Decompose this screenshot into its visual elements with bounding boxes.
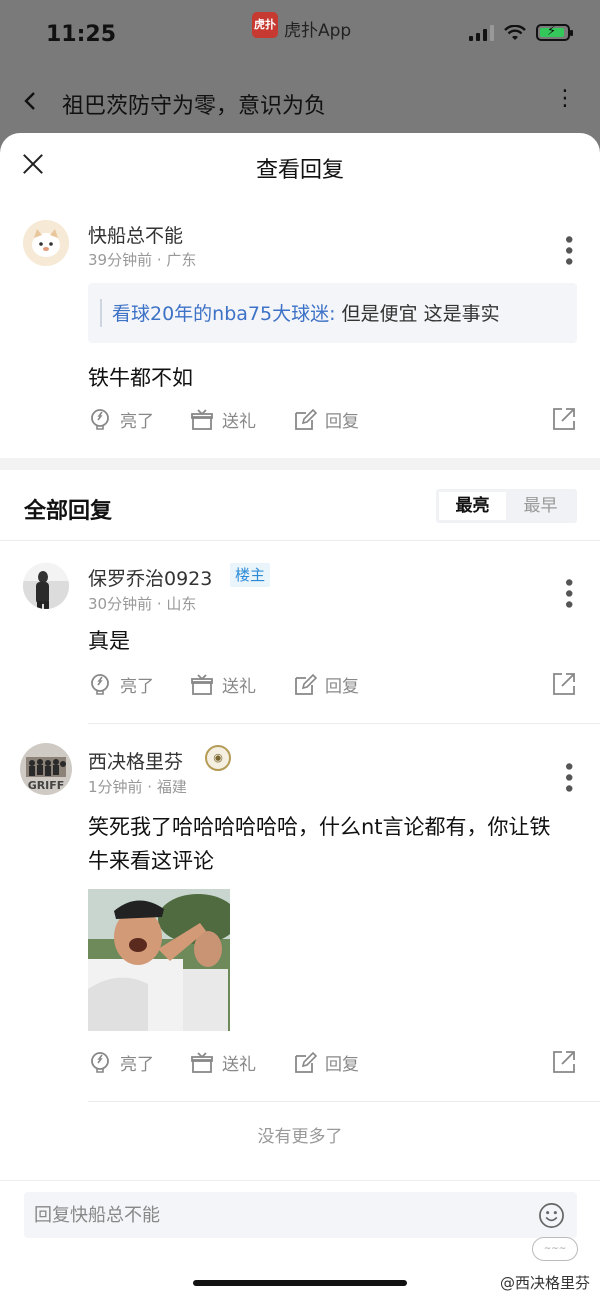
avatar[interactable] <box>23 563 69 609</box>
sheet-header: 查看回复 <box>0 133 600 201</box>
lightbulb-icon <box>91 408 109 430</box>
reply-image[interactable] <box>88 889 230 1031</box>
sort-option-brightest[interactable]: 最亮 <box>439 492 506 520</box>
reply-label: 回复 <box>325 1055 359 1075</box>
page-title: 祖巴茨防守为零，意识为负 <box>62 94 327 119</box>
reply-content: 真是 <box>88 629 130 653</box>
post-author[interactable]: 快船总不能 <box>88 221 183 248</box>
wifi-icon <box>504 24 526 40</box>
post-content: 铁牛都不如 <box>88 366 193 390</box>
share-icon[interactable] <box>552 672 576 696</box>
quote-text: 看球20年的nba75大球迷: 但是便宜 这是事实 <box>112 299 500 326</box>
reply-label: 回复 <box>325 412 359 432</box>
divider <box>88 1101 600 1102</box>
edit-icon <box>295 673 317 695</box>
more-options-icon[interactable]: ••• <box>555 576 580 609</box>
sort-toggle: 最亮 最早 <box>436 489 577 523</box>
share-icon[interactable] <box>552 407 576 431</box>
reply-actions: 亮了 送礼 回复 <box>88 1050 576 1080</box>
like-button[interactable]: 亮了 <box>88 407 154 432</box>
post-actions: 亮了 送礼 回复 <box>88 407 576 437</box>
hupu-app-icon: 虎扑 <box>252 12 278 38</box>
like-button[interactable]: 亮了 <box>88 672 154 697</box>
gift-button[interactable]: 送礼 <box>190 1050 256 1075</box>
app-name: 虎扑App <box>284 21 352 41</box>
more-options-icon[interactable]: ⋮ <box>554 84 576 114</box>
back-arrow-icon[interactable] <box>16 86 46 116</box>
gift-label: 送礼 <box>222 677 256 697</box>
more-options-icon[interactable]: ••• <box>555 233 580 266</box>
like-button[interactable]: 亮了 <box>88 1050 154 1075</box>
reply-label: 回复 <box>325 677 359 697</box>
reply-meta: 30分钟前 · 山东 <box>88 595 197 613</box>
reply-sheet: 查看回复 快船总不能 39分钟前 · 广东 ••• 看球20年的nba75大球迷… <box>0 133 600 1299</box>
sort-option-earliest[interactable]: 最早 <box>507 492 574 520</box>
reply-button[interactable]: 回复 <box>293 1050 359 1075</box>
quote-bar <box>100 299 102 327</box>
avatar[interactable] <box>23 220 69 266</box>
replies-section-title: 全部回复 <box>24 499 113 524</box>
gift-icon <box>191 408 213 430</box>
emoji-icon[interactable] <box>538 1202 565 1229</box>
top-nav: 祖巴茨防守为零，意识为负 ⋮ <box>0 78 600 128</box>
lightbulb-icon <box>91 673 109 695</box>
gift-icon <box>191 673 213 695</box>
divider <box>88 723 600 724</box>
svg-text:GRIFF: GRIFF <box>28 779 65 792</box>
reply-button[interactable]: 回复 <box>293 407 359 432</box>
divider <box>0 1180 600 1181</box>
lightbulb-icon <box>91 1051 109 1073</box>
battery-icon: ⚡ <box>536 24 573 41</box>
quoted-reply[interactable]: 看球20年的nba75大球迷: 但是便宜 这是事实 <box>88 283 577 343</box>
gift-button[interactable]: 送礼 <box>190 407 256 432</box>
quote-author[interactable]: 看球20年的nba75大球迷: <box>112 303 336 325</box>
gift-label: 送礼 <box>222 1055 256 1075</box>
status-icons: ⚡ <box>469 24 573 41</box>
more-options-icon[interactable]: ••• <box>555 760 580 793</box>
home-indicator <box>193 1280 407 1286</box>
reply-input[interactable] <box>34 1192 514 1238</box>
edit-icon <box>295 408 317 430</box>
section-divider <box>0 458 600 470</box>
user-badge-icon: ◉ <box>205 745 231 771</box>
post-meta: 39分钟前 · 广东 <box>88 251 197 269</box>
divider <box>0 540 600 541</box>
reply-button[interactable]: 回复 <box>293 672 359 697</box>
screen: 11:25 虎扑 虎扑App ⚡ 祖巴茨防守为零，意识为负 ⋮ 查看回复 快船总… <box>0 0 600 1299</box>
like-label: 亮了 <box>120 1055 154 1075</box>
like-label: 亮了 <box>120 677 154 697</box>
signal-icon <box>469 24 494 41</box>
gift-label: 送礼 <box>222 412 256 432</box>
status-time: 11:25 <box>46 22 117 47</box>
reply-author[interactable]: 西决格里芬 <box>88 747 183 774</box>
reply-actions: 亮了 送礼 回复 <box>88 672 576 702</box>
reply-content: 笑死我了哈哈哈哈哈哈，什么nt言论都有，你让铁牛来看这评论 <box>88 815 551 873</box>
reply-author[interactable]: 保罗乔治0923 <box>88 564 212 591</box>
quote-body: 但是便宜 这是事实 <box>335 303 500 325</box>
gift-icon <box>191 1051 213 1073</box>
op-badge: 楼主 <box>230 563 271 587</box>
watermark-logo: ~~~ <box>532 1237 578 1261</box>
avatar[interactable]: GRIFF <box>20 743 72 795</box>
watermark-text: @西决格里芬 <box>499 1274 590 1292</box>
sheet-title: 查看回复 <box>255 158 344 183</box>
reply-bar <box>24 1192 577 1238</box>
share-icon[interactable] <box>552 1050 576 1074</box>
reply-meta: 1分钟前 · 福建 <box>88 778 187 796</box>
end-of-list-text: 没有更多了 <box>257 1127 343 1147</box>
edit-icon <box>295 1051 317 1073</box>
like-label: 亮了 <box>120 412 154 432</box>
status-bar: 11:25 虎扑 虎扑App ⚡ <box>0 0 600 70</box>
gift-button[interactable]: 送礼 <box>190 672 256 697</box>
